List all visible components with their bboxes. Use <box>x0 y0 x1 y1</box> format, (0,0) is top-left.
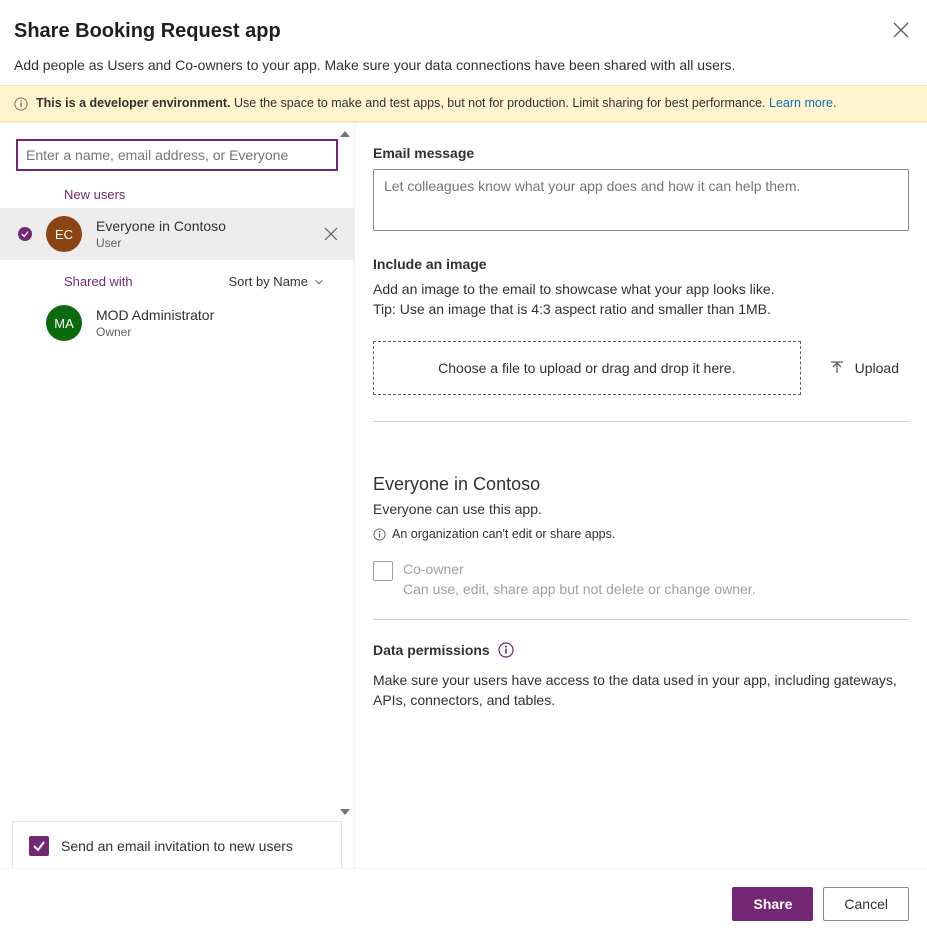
dialog-header: Share Booking Request app Add people as … <box>0 0 927 85</box>
people-panel: New users EC Everyone in Contoso User Sh… <box>0 123 355 871</box>
sort-label: Sort by Name <box>229 274 308 289</box>
selected-check-icon <box>18 227 32 241</box>
chevron-down-icon <box>314 277 324 287</box>
email-message-label: Email message <box>373 145 909 161</box>
people-search-input[interactable] <box>16 139 338 171</box>
divider <box>373 619 909 620</box>
coowner-option: Co-owner Can use, edit, share app but no… <box>373 561 909 597</box>
learn-more-link[interactable]: Learn more <box>769 96 833 110</box>
permission-note: An organization can't edit or share apps… <box>373 527 909 541</box>
permission-target-title: Everyone in Contoso <box>373 474 909 495</box>
coowner-checkbox[interactable] <box>373 561 393 581</box>
send-email-row: Send an email invitation to new users <box>12 821 342 871</box>
user-role: Owner <box>96 325 338 339</box>
info-icon[interactable] <box>498 642 514 658</box>
dialog-subtitle: Add people as Users and Co-owners to you… <box>14 57 907 73</box>
new-users-heading: New users <box>0 177 354 208</box>
send-email-checkbox[interactable] <box>29 836 49 856</box>
info-icon <box>373 528 386 541</box>
dialog-footer: Share Cancel <box>0 868 927 939</box>
file-dropzone[interactable]: Choose a file to upload or drag and drop… <box>373 341 801 395</box>
details-panel: Email message Include an image Add an im… <box>355 123 927 871</box>
list-item-new-user[interactable]: EC Everyone in Contoso User <box>0 208 354 260</box>
close-icon[interactable] <box>893 22 909 38</box>
user-role: User <box>96 236 310 250</box>
info-icon <box>14 97 28 111</box>
cancel-button[interactable]: Cancel <box>823 887 909 921</box>
include-image-label: Include an image <box>373 256 909 272</box>
upload-icon <box>829 360 845 376</box>
dialog-title: Share Booking Request app <box>14 20 907 43</box>
scroll-down-icon[interactable] <box>340 809 350 815</box>
list-item-shared-user[interactable]: MA MOD Administrator Owner <box>0 297 354 349</box>
coowner-desc: Can use, edit, share app but not delete … <box>403 581 756 597</box>
shared-with-heading: Shared with <box>64 274 133 289</box>
avatar: MA <box>46 305 82 341</box>
share-button[interactable]: Share <box>732 887 813 921</box>
avatar: EC <box>46 216 82 252</box>
upload-label: Upload <box>855 360 899 376</box>
email-message-input[interactable] <box>373 169 909 231</box>
scroll-up-icon[interactable] <box>340 131 350 137</box>
data-permissions-body: Make sure your users have access to the … <box>373 670 909 711</box>
include-image-desc: Add an image to the email to showcase wh… <box>373 280 909 319</box>
remove-user-icon[interactable] <box>324 227 338 241</box>
environment-warning-banner: This is a developer environment. Use the… <box>0 85 927 122</box>
user-name: Everyone in Contoso <box>96 218 310 234</box>
coowner-label: Co-owner <box>403 561 756 577</box>
banner-text: This is a developer environment. Use the… <box>36 96 836 110</box>
upload-button[interactable]: Upload <box>829 360 909 376</box>
divider <box>373 421 909 422</box>
data-permissions-label: Data permissions <box>373 642 490 658</box>
dialog-body: New users EC Everyone in Contoso User Sh… <box>0 122 927 871</box>
sort-button[interactable]: Sort by Name <box>229 274 324 289</box>
permission-desc: Everyone can use this app. <box>373 501 909 517</box>
user-name: MOD Administrator <box>96 307 338 323</box>
send-email-label: Send an email invitation to new users <box>61 838 293 854</box>
